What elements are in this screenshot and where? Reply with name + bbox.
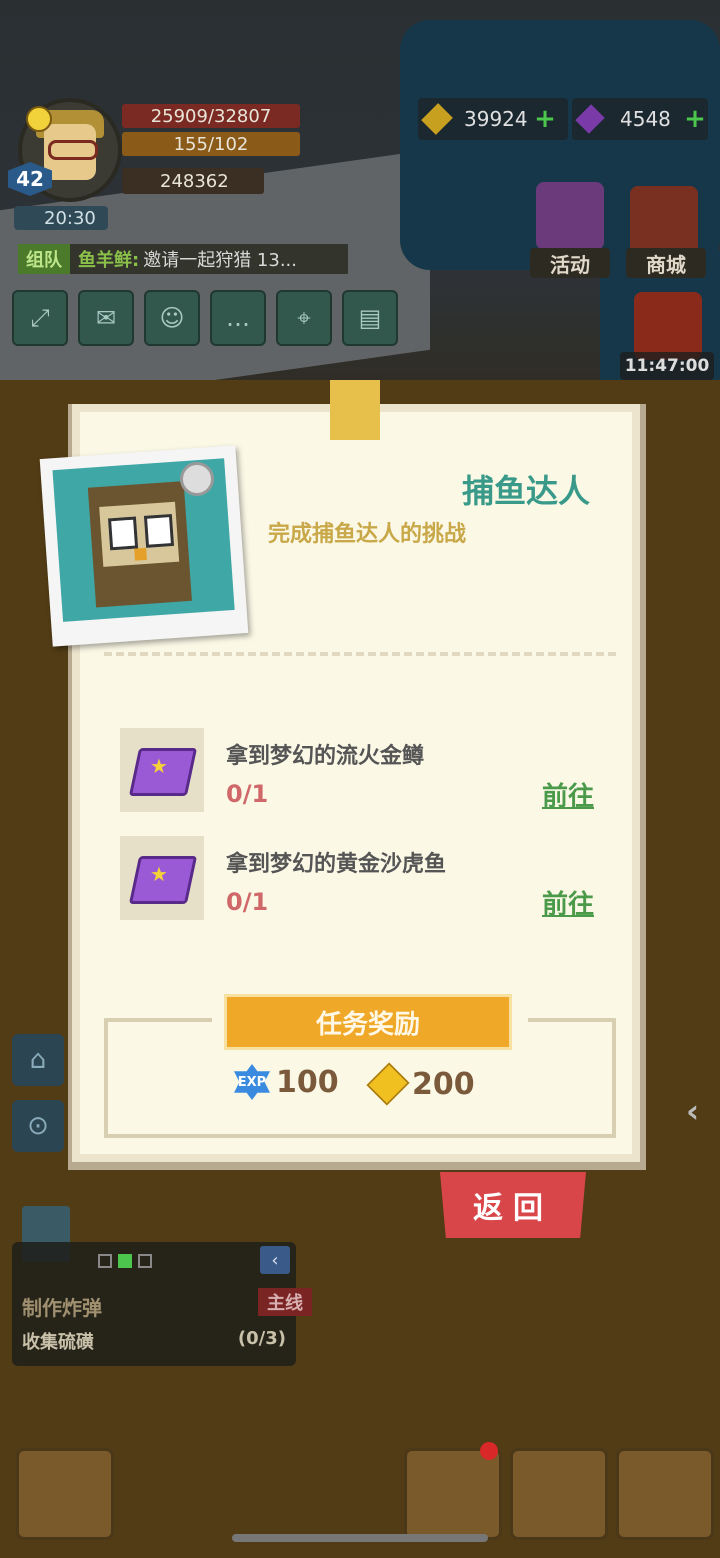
home-icon[interactable]: ⌂ <box>12 1034 64 1086</box>
gold-amount: 39924 <box>464 107 528 131</box>
back-button[interactable]: 返回 <box>440 1172 586 1238</box>
character-button[interactable] <box>16 1448 114 1540</box>
location-icon[interactable]: ⊙ <box>12 1100 64 1152</box>
chat-icon[interactable]: … <box>210 290 266 346</box>
fullscreen-icon[interactable]: ⤢ <box>12 290 68 346</box>
page-dots <box>98 1254 152 1268</box>
side-arrow-icon[interactable]: ‹ <box>686 1092 720 1132</box>
task-row: ★ 拿到梦幻的黄金沙虎鱼 0/1 前往 <box>120 836 600 922</box>
gem-amount: 4548 <box>620 107 671 131</box>
backpack-button[interactable] <box>616 1448 714 1540</box>
exp-reward-value: 100 <box>276 1064 339 1100</box>
task-name: 拿到梦幻的流火金鳟 <box>226 744 425 769</box>
chat-sender: 鱼羊鲜: <box>78 250 140 271</box>
emoji-icon[interactable] <box>26 106 52 132</box>
hp-bar: 25909/32807 <box>122 104 300 128</box>
exp-reward: EXP 100 <box>234 1064 339 1100</box>
map-icon[interactable]: ⌖ <box>276 290 332 346</box>
quest-title: 制作炸弹 <box>22 1296 102 1320</box>
task-go-link[interactable]: 前往 <box>542 884 594 921</box>
task-go-link[interactable]: 前往 <box>542 776 594 813</box>
tape-decoration <box>330 380 380 440</box>
purple-gem-icon <box>575 104 605 134</box>
pet-button[interactable] <box>404 1448 502 1540</box>
store-button[interactable]: 商城 <box>626 248 706 278</box>
quick-actions-row: ⤢ ✉ ☺ … ⌖ ▤ <box>12 290 398 346</box>
gift-box-icon[interactable] <box>634 292 702 360</box>
gold-coin-icon <box>366 1062 410 1106</box>
dashed-divider <box>104 652 616 656</box>
gold-reward-value: 200 <box>412 1066 475 1102</box>
chat-team-tag: 组队 <box>18 244 70 274</box>
add-gem-button[interactable]: + <box>684 106 706 132</box>
home-indicator[interactable] <box>232 1534 488 1542</box>
notification-dot-icon <box>480 1442 498 1460</box>
quest-type-tag: 主线 <box>258 1288 312 1316</box>
quest-tracker[interactable]: ‹ 制作炸弹 主线 收集硫磺 (0/3) <box>12 1242 312 1366</box>
task-progress: 0/1 <box>226 888 269 916</box>
companions-button[interactable] <box>510 1448 608 1540</box>
chat-preview[interactable]: 组队 鱼羊鲜: 邀请一起狩猎 13... <box>18 244 348 274</box>
exp-icon: EXP <box>234 1064 270 1100</box>
gift-timer: 11:47:00 <box>620 352 714 380</box>
task-row: ★ 拿到梦幻的流火金鳟 0/1 前往 <box>120 728 600 814</box>
gold-coin-icon <box>421 103 453 135</box>
add-gold-button[interactable]: + <box>534 106 556 132</box>
task-item-icon: ★ <box>120 836 204 920</box>
friends-icon[interactable]: ☺ <box>144 290 200 346</box>
activity-icon[interactable] <box>536 182 604 250</box>
achievement-description: 完成捕鱼达人的挑战 <box>268 522 467 547</box>
achievement-title: 捕鱼达人 <box>461 472 590 510</box>
buff-timer: 20:30 <box>14 206 108 230</box>
mail-icon[interactable]: ✉ <box>78 290 134 346</box>
achievement-photo <box>39 445 249 647</box>
id-card-icon[interactable]: ▤ <box>342 290 398 346</box>
pin-icon <box>180 462 214 496</box>
store-icon[interactable] <box>630 186 698 254</box>
quest-objective: 收集硫磺 <box>22 1332 94 1353</box>
collapse-icon[interactable]: ‹ <box>260 1246 290 1274</box>
power-value: 248362 <box>122 168 264 194</box>
task-item-icon: ★ <box>120 728 204 812</box>
reward-title: 任务奖励 <box>224 994 512 1050</box>
task-name: 拿到梦幻的黄金沙虎鱼 <box>226 852 447 877</box>
chat-message: 邀请一起狩猎 13... <box>143 250 297 271</box>
gold-reward: 200 <box>366 1062 475 1106</box>
task-progress: 0/1 <box>226 780 269 808</box>
energy-bar: 155/102 <box>122 132 300 156</box>
quest-progress: (0/3) <box>237 1328 286 1349</box>
activity-button[interactable]: 活动 <box>530 248 610 278</box>
